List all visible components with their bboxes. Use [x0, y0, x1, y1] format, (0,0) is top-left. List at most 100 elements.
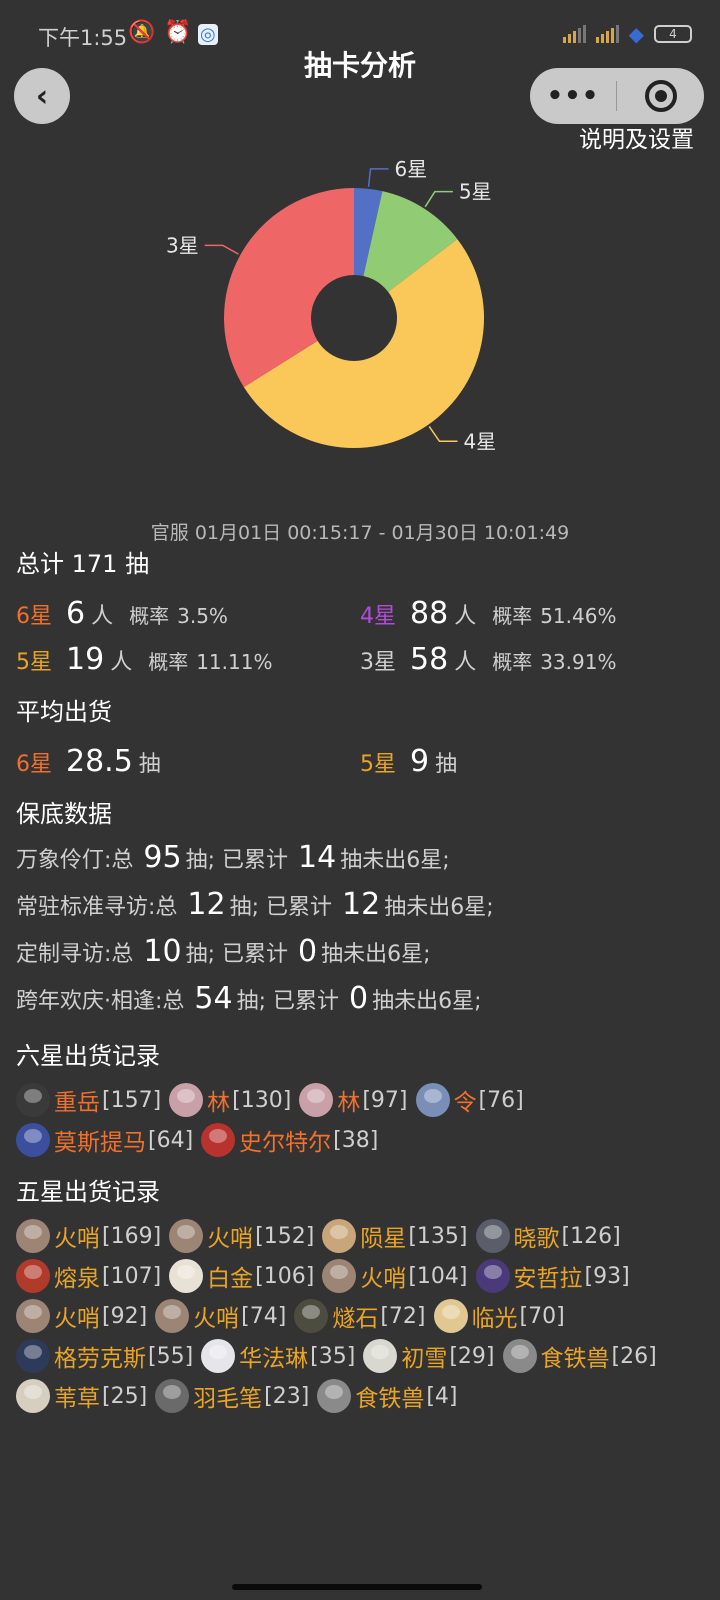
- star-label: 6星: [16, 603, 52, 629]
- pull-count: [135]: [408, 1223, 468, 1249]
- operator-avatar: [475, 1259, 510, 1293]
- record-item[interactable]: 史尔特尔 [38]: [201, 1122, 378, 1158]
- probability-value: 11.11%: [196, 649, 273, 674]
- probability-label: 概率: [492, 603, 533, 628]
- star-label: 5星: [16, 649, 52, 675]
- pull-count: [72]: [380, 1303, 426, 1329]
- star-label: 3星: [360, 649, 396, 675]
- operator-avatar: [201, 1339, 236, 1373]
- record-item[interactable]: 令 [76]: [415, 1082, 524, 1118]
- pull-count: [157]: [102, 1087, 162, 1113]
- record-item[interactable]: 羽毛笔 [23]: [155, 1378, 309, 1414]
- battery-icon: 4: [654, 25, 692, 43]
- count-unit: 人: [110, 649, 133, 675]
- record-item[interactable]: 重岳 [157]: [16, 1082, 161, 1118]
- operator-avatar: [415, 1083, 450, 1117]
- count-unit: 人: [454, 649, 477, 675]
- average-unit: 抽: [435, 751, 458, 777]
- record-item[interactable]: 陨星 [135]: [322, 1218, 468, 1254]
- operator-name: 初雪: [401, 1346, 448, 1372]
- operator-avatar: [475, 1219, 510, 1253]
- record-item[interactable]: 火哨 [169]: [16, 1218, 161, 1254]
- operator-avatar: [294, 1299, 329, 1333]
- record-item[interactable]: 莫斯提马 [64]: [16, 1122, 193, 1158]
- more-button[interactable]: •••: [530, 81, 616, 111]
- record-item[interactable]: 食铁兽 [26]: [502, 1338, 657, 1374]
- operator-name: 火哨: [193, 1306, 240, 1332]
- average-cell: 5星 9 抽: [360, 744, 704, 779]
- pie-label: 6星: [395, 157, 428, 181]
- pool-name: 常驻标准寻访:总: [16, 895, 178, 920]
- pity-row: 常驻标准寻访:总 12 抽; 已累计 12 抽未出6星;: [16, 887, 716, 934]
- record-item[interactable]: 火哨 [104]: [322, 1258, 468, 1294]
- pity-since: 0: [298, 934, 318, 969]
- record-item[interactable]: 格劳克斯 [55]: [16, 1338, 193, 1374]
- record-item[interactable]: 食铁兽 [4]: [317, 1378, 458, 1414]
- pull-count: [106]: [255, 1263, 315, 1289]
- pull-count: [152]: [255, 1223, 315, 1249]
- probability-value: 51.46%: [540, 603, 617, 628]
- alarm-icon: ⏰: [164, 20, 192, 45]
- pull-count: [25]: [102, 1383, 148, 1409]
- pity-row: 跨年欢庆·相逢:总 54 抽; 已累计 0 抽未出6星;: [16, 981, 716, 1028]
- record-item[interactable]: 华法琳 [35]: [201, 1338, 355, 1374]
- record-item[interactable]: 火哨 [152]: [169, 1218, 314, 1254]
- operator-avatar: [16, 1083, 50, 1117]
- close-mini-program-button[interactable]: [617, 80, 704, 112]
- probability-value: 33.91%: [540, 649, 617, 674]
- record-item[interactable]: 火哨 [92]: [16, 1298, 147, 1334]
- pool-name: 万象伶仃:总: [16, 848, 134, 873]
- five-star-records-list: 火哨 [169] 火哨 [152] 陨星 [135] 晓歌 [126] 熔泉 [107] 白金 [10…: [16, 1218, 716, 1414]
- operator-name: 食铁兽: [355, 1386, 425, 1412]
- operator-name: 火哨: [54, 1226, 100, 1252]
- record-item[interactable]: 燧石 [72]: [294, 1298, 426, 1334]
- operator-avatar: [433, 1299, 468, 1333]
- operator-name: 临光: [471, 1306, 518, 1332]
- pull-count: [97]: [362, 1087, 408, 1113]
- pity-rows: 万象伶仃:总 95 抽; 已累计 14 抽未出6星; 常驻标准寻访:总 12 抽; 已累计 12…: [16, 840, 716, 1028]
- pull-count: [29]: [449, 1343, 495, 1369]
- record-item[interactable]: 林 [130]: [169, 1082, 291, 1118]
- record-item[interactable]: 火哨 [74]: [155, 1298, 286, 1334]
- operator-avatar: [16, 1299, 50, 1333]
- record-item[interactable]: 晓歌 [126]: [475, 1218, 621, 1254]
- record-item[interactable]: 林 [97]: [299, 1082, 408, 1118]
- home-indicator[interactable]: [232, 1584, 482, 1590]
- pie-leader-line: [204, 244, 239, 255]
- record-item[interactable]: 临光 [70]: [433, 1298, 565, 1334]
- summary-cell: 4星 88 人概率 51.46%: [360, 596, 704, 631]
- operator-avatar: [16, 1339, 50, 1373]
- star-count: 6: [66, 595, 86, 631]
- pool-name: 跨年欢庆·相逢:总: [16, 989, 185, 1014]
- count-unit: 人: [91, 603, 114, 629]
- record-item[interactable]: 白金 [106]: [169, 1258, 314, 1294]
- record-item[interactable]: 安哲拉 [93]: [475, 1258, 630, 1294]
- settings-link[interactable]: 说明及设置: [579, 120, 694, 154]
- star-count: 58: [410, 641, 449, 677]
- back-button[interactable]: ‹: [14, 68, 70, 124]
- average-row: 6星 28.5 抽 5星 9 抽: [16, 738, 716, 784]
- pull-count: [26]: [611, 1343, 657, 1369]
- operator-avatar: [16, 1123, 50, 1157]
- record-item[interactable]: 苇草 [25]: [16, 1378, 147, 1414]
- six-star-records-list: 重岳 [157] 林 [130] 林 [97] 令 [76] 莫斯提马 [64] 史尔特尔 [38]: [16, 1082, 716, 1158]
- record-item[interactable]: 熔泉 [107]: [16, 1258, 161, 1294]
- star-distribution-chart: 6星 5星 4星 3星: [166, 157, 496, 453]
- pull-count: [64]: [148, 1127, 194, 1153]
- operator-avatar: [155, 1299, 190, 1333]
- pity-mid-text: 抽; 已累计: [236, 989, 339, 1014]
- pity-row: 万象伶仃:总 95 抽; 已累计 14 抽未出6星;: [16, 840, 716, 887]
- operator-name: 苇草: [54, 1386, 100, 1412]
- operator-avatar: [16, 1219, 50, 1253]
- star-label: 5星: [360, 751, 396, 777]
- pity-tail-text: 抽未出6星;: [321, 942, 431, 967]
- operator-avatar: [201, 1123, 236, 1157]
- operator-avatar: [299, 1083, 334, 1117]
- pool-total: 10: [143, 934, 182, 969]
- record-item[interactable]: 初雪 [29]: [363, 1338, 495, 1374]
- operator-name: 羽毛笔: [193, 1386, 263, 1412]
- star-label: 6星: [16, 751, 52, 777]
- pie-leader-line: [367, 168, 389, 187]
- summary-cell: 6星 6 人概率 3.5%: [16, 596, 360, 631]
- mute-icon: 🔕: [128, 20, 156, 45]
